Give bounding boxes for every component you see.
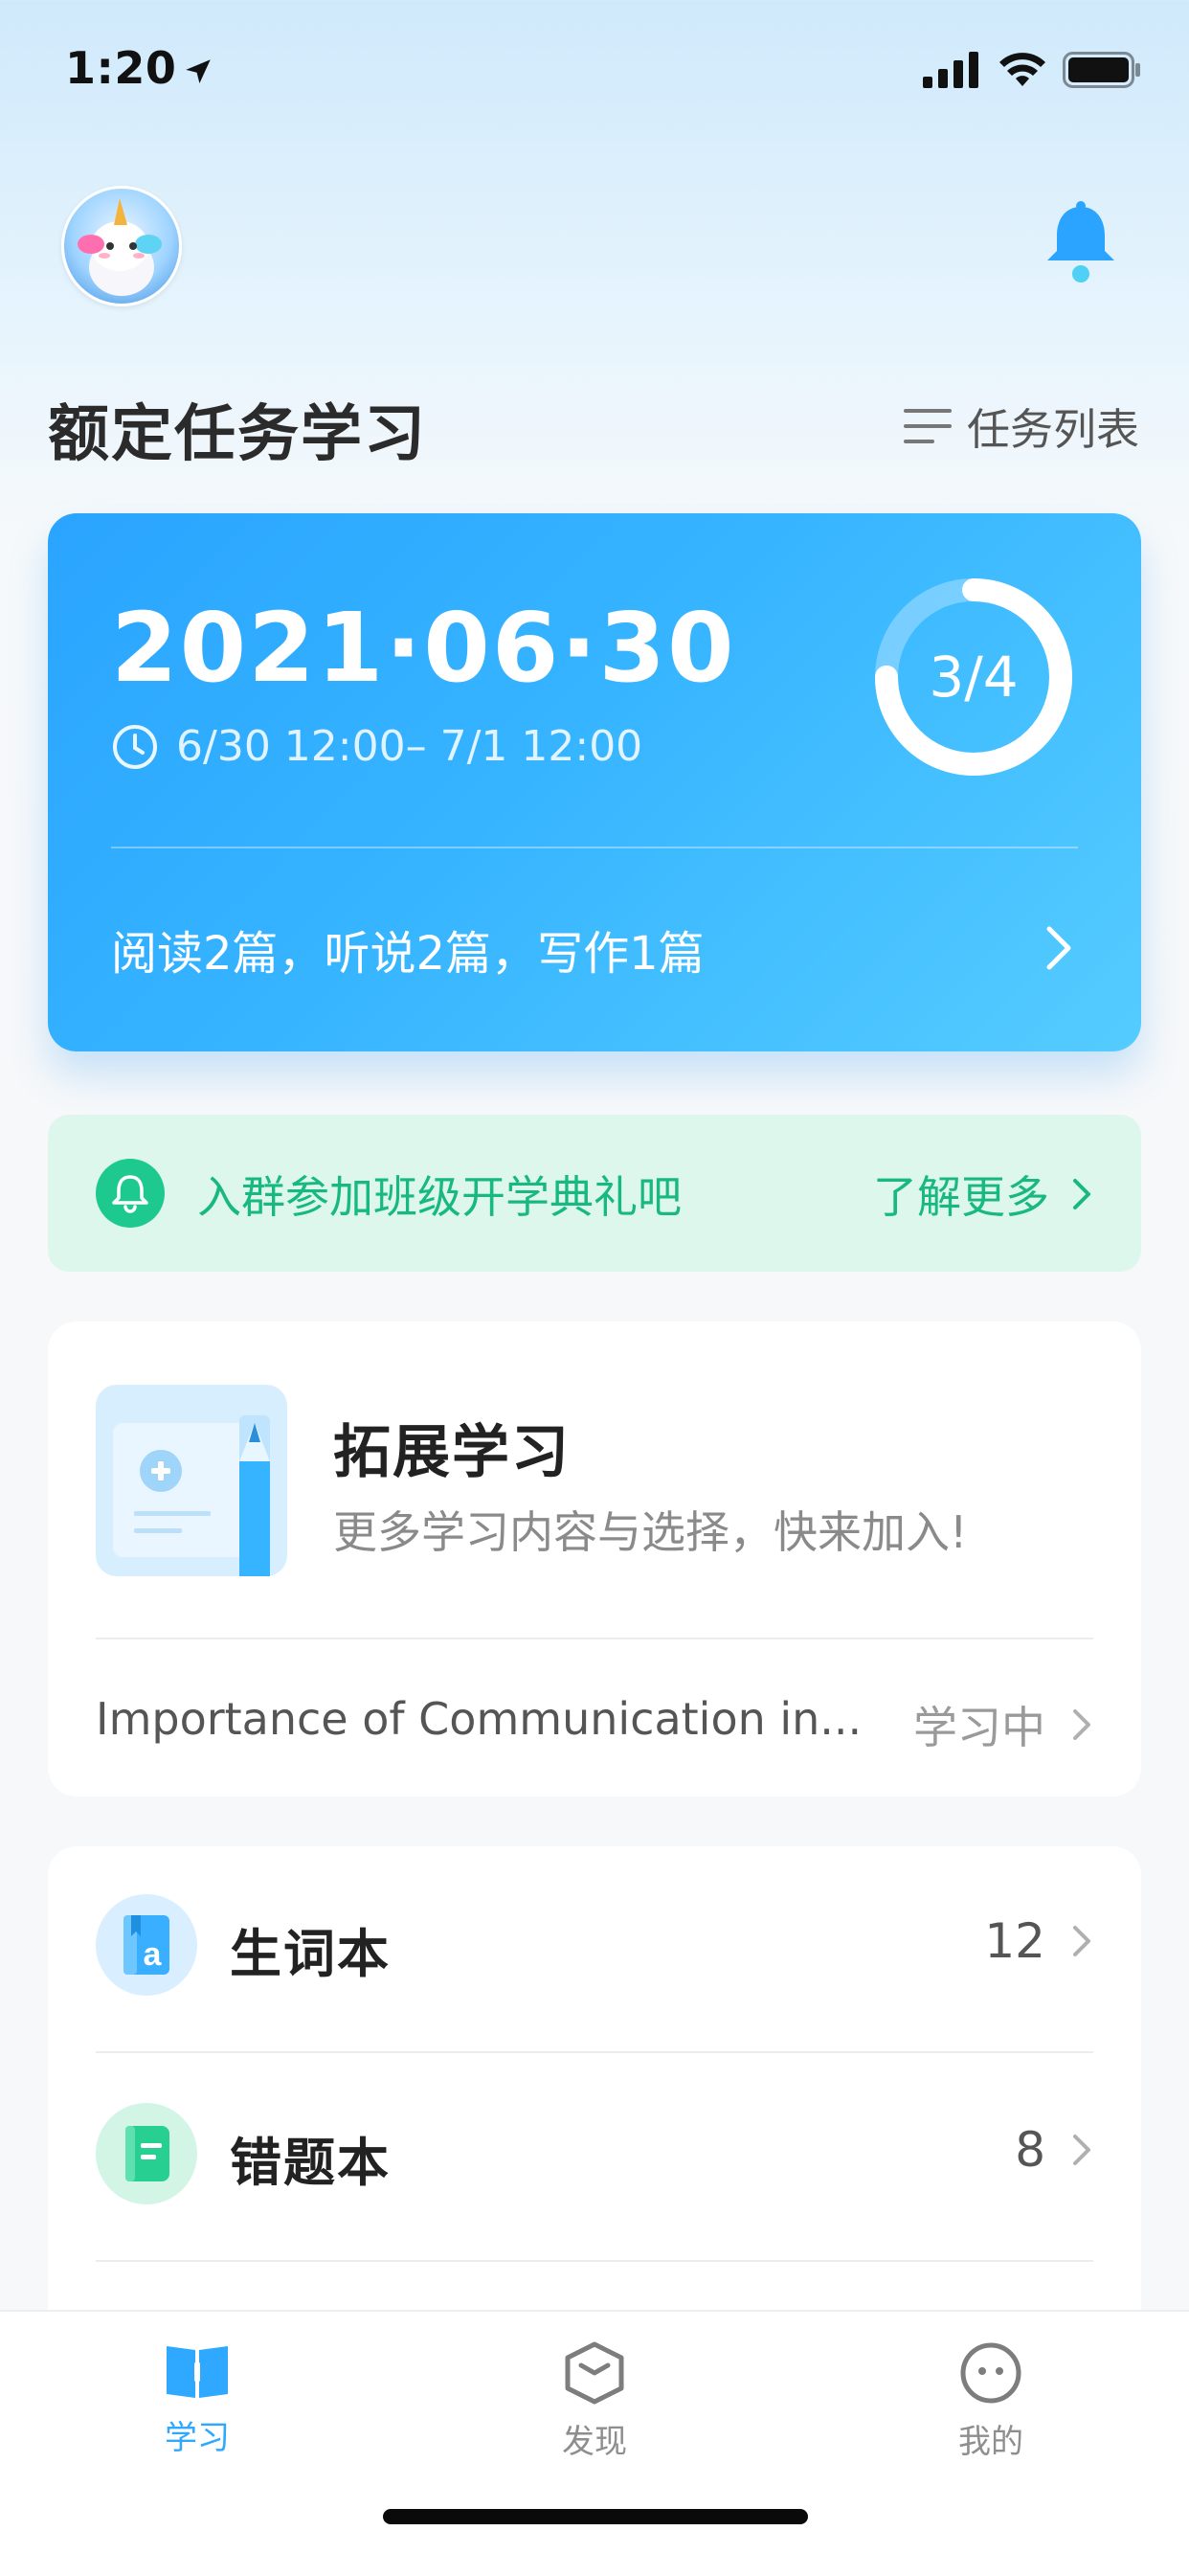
task-summary: 阅读2篇，听说2篇，写作1篇 bbox=[111, 927, 705, 981]
extended-learning-card[interactable]: 拓展学习 更多学习内容与选择，快来加入! Importance of Commu… bbox=[48, 1322, 1141, 1796]
profile-face-icon bbox=[960, 2342, 1021, 2404]
tab-label: 发现 bbox=[562, 2423, 627, 2461]
task-time-text: 6/30 12:00– 7/1 12:00 bbox=[176, 722, 643, 771]
banner-bell-icon bbox=[96, 1159, 165, 1228]
notification-bell-icon[interactable] bbox=[1038, 199, 1124, 285]
list-divider bbox=[96, 2051, 1093, 2053]
notebook-list-card: a 生词本 12 错题本 8 bbox=[48, 1846, 1141, 2383]
battery-icon bbox=[1063, 52, 1140, 88]
course-status-label: 学习中 bbox=[913, 1702, 1045, 1753]
list-item-vocabulary[interactable]: a 生词本 12 bbox=[96, 1846, 1093, 2055]
tab-label: 学习 bbox=[165, 2419, 230, 2457]
current-course-title[interactable]: Importance of Communication in... bbox=[96, 1693, 862, 1745]
list-item-count: 12 bbox=[984, 1913, 1045, 1969]
list-item-mistakes[interactable]: 错题本 8 bbox=[96, 2055, 1093, 2264]
learn-more-label: 了解更多 bbox=[873, 1171, 1049, 1223]
task-time-range: 6/30 12:00– 7/1 12:00 bbox=[111, 722, 642, 771]
learn-more-link[interactable]: 了解更多 bbox=[873, 1163, 1093, 1226]
vocabulary-book-icon: a bbox=[96, 1894, 197, 1996]
chevron-right-icon bbox=[1073, 1926, 1090, 1956]
notebook-pencil-icon bbox=[96, 1385, 287, 1576]
list-item-label: 错题本 bbox=[230, 2133, 391, 2193]
task-date: 2021·06·30 bbox=[111, 592, 736, 704]
chevron-right-icon bbox=[1073, 1179, 1090, 1209]
status-icons bbox=[923, 52, 1141, 88]
status-time: 1:20 bbox=[65, 42, 214, 94]
chevron-right-icon bbox=[1046, 926, 1071, 970]
page-title: 额定任务学习 bbox=[48, 399, 427, 470]
list-divider bbox=[96, 2260, 1093, 2262]
bottom-tab-bar: 学习 发现 我的 bbox=[0, 2310, 1189, 2576]
clock-icon bbox=[113, 724, 157, 769]
home-indicator[interactable] bbox=[383, 2509, 808, 2524]
task-list-button[interactable]: 任务列表 bbox=[903, 395, 1139, 457]
list-item-label: 生词本 bbox=[230, 1924, 391, 1984]
extended-card-divider bbox=[96, 1638, 1093, 1639]
svg-text:a: a bbox=[144, 1936, 163, 1973]
list-item-count-wrap: 12 bbox=[984, 1913, 1093, 1969]
discover-icon bbox=[565, 2341, 624, 2405]
extended-learning-subtitle: 更多学习内容与选择，快来加入! bbox=[333, 1506, 968, 1558]
tab-label: 我的 bbox=[958, 2423, 1023, 2461]
task-card-divider bbox=[111, 847, 1078, 848]
list-item-count: 8 bbox=[1015, 2122, 1045, 2178]
location-arrow-icon bbox=[186, 58, 212, 83]
tab-study[interactable]: 学习 bbox=[101, 2340, 293, 2458]
banner-text: 入群参加班级开学典礼吧 bbox=[197, 1171, 682, 1223]
class-ceremony-banner[interactable]: 入群参加班级开学典礼吧 了解更多 bbox=[48, 1115, 1141, 1272]
book-icon bbox=[167, 2346, 228, 2398]
bell-icon-graphic bbox=[1047, 201, 1114, 282]
extended-learning-title: 拓展学习 bbox=[333, 1419, 571, 1486]
task-list-label: 任务列表 bbox=[966, 404, 1139, 455]
signal-icon bbox=[923, 52, 978, 88]
status-time-text: 1:20 bbox=[65, 42, 177, 94]
daily-task-card[interactable]: 2021·06·30 6/30 12:00– 7/1 12:00 3/4 阅读2… bbox=[48, 513, 1141, 1051]
mistake-book-icon bbox=[96, 2103, 197, 2204]
menu-lines-icon bbox=[903, 408, 952, 443]
tab-discover[interactable]: 发现 bbox=[499, 2340, 690, 2462]
avatar[interactable] bbox=[61, 186, 182, 306]
chevron-right-icon bbox=[1073, 2135, 1090, 2165]
tab-profile[interactable]: 我的 bbox=[895, 2340, 1087, 2462]
current-course-status[interactable]: 学习中 bbox=[913, 1693, 1093, 1756]
progress-text: 3/4 bbox=[929, 644, 1019, 710]
unicorn-avatar-image bbox=[78, 198, 162, 296]
list-item-count-wrap: 8 bbox=[1015, 2122, 1093, 2178]
chevron-right-icon bbox=[1073, 1709, 1090, 1740]
wifi-icon bbox=[999, 53, 1045, 86]
